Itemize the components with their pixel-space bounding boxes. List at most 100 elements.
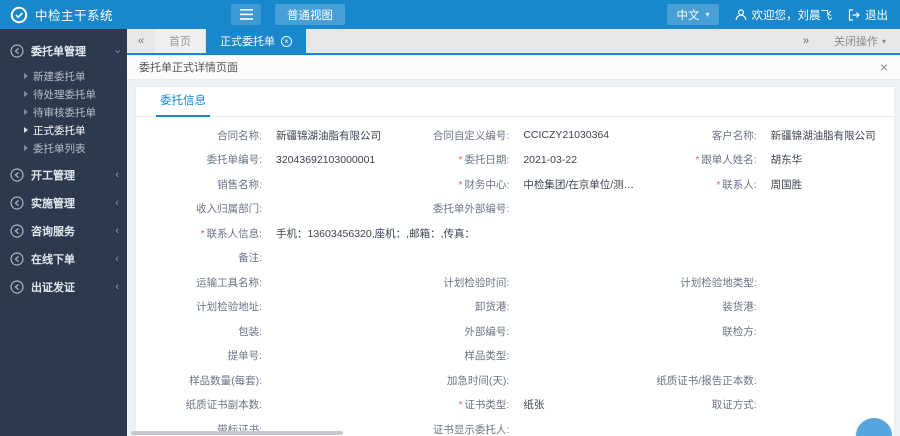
triangle-icon <box>24 127 28 133</box>
field-value: 2021-03-22 <box>523 153 578 166</box>
content-area: 委托信息 合同名称: 新疆锦湖油脂有限公司 合同自定义编号: CCICZY210303… <box>127 80 900 436</box>
scroll-tabs-right-button[interactable]: » <box>792 29 820 53</box>
brand: 中检主干系统 <box>10 5 113 24</box>
form-field: 装货港: <box>639 299 886 314</box>
language-select[interactable]: 中文 ▾ <box>667 4 719 25</box>
horizontal-scrollbar[interactable] <box>131 431 343 435</box>
required-asterisk: * <box>200 228 205 240</box>
sidebar-group-出证发证[interactable]: 出证发证 ‹ <box>0 273 127 301</box>
sidebar-group-label: 实施管理 <box>31 198 75 210</box>
sidebar-group-icon <box>10 44 24 58</box>
section-tabs: 委托信息 <box>136 87 894 117</box>
form-row: 运输工具名称: 计划检验时间: 计划检验地类型: <box>144 270 886 295</box>
sidebar-item-正式委托单[interactable]: 正式委托单 <box>0 121 127 139</box>
close-operations-dropdown[interactable]: 关闭操作 ▾ <box>820 29 900 53</box>
field-value: 手机：13603456320,座机：,邮箱：,传真： <box>276 227 475 240</box>
close-page-icon[interactable]: × <box>880 60 888 74</box>
sidebar-group-咨询服务[interactable]: 咨询服务 ‹ <box>0 217 127 245</box>
user-menu[interactable]: 欢迎您，刘晨飞 <box>735 7 832 23</box>
app-title: 中检主干系统 <box>35 9 114 23</box>
page-title: 委托单正式详情页面 <box>139 62 238 74</box>
field-value: 中检集团/在京单位/测试公司/测试公司中检中. <box>523 178 638 191</box>
scroll-tabs-left-button[interactable]: « <box>127 29 155 53</box>
form-field: 客户名称: 新疆锦湖油脂有限公司 <box>639 128 886 143</box>
field-label: * 证书类型: <box>458 399 510 412</box>
form-row: 收入归属部门: 委托单外部编号: <box>144 197 886 222</box>
sidebar-item-新建委托单[interactable]: 新建委托单 <box>0 67 127 85</box>
form-row: 包装: 外部编号: 联检方: <box>144 319 886 344</box>
form-field: * 证书类型: 纸张 <box>391 397 638 412</box>
form-field: 样品数量(每套): <box>144 373 391 388</box>
sidebar-group-开工管理[interactable]: 开工管理 ‹ <box>0 161 127 189</box>
sidebar-group-label: 开工管理 <box>31 170 75 182</box>
sidebar-group-icon <box>10 168 24 182</box>
triangle-icon <box>24 109 28 115</box>
form-field: 加急时间(天): <box>391 373 638 388</box>
sidebar-group-label: 委托单管理 <box>31 46 86 58</box>
chevron-collapsed-icon: ‹ <box>115 196 119 209</box>
sidebar-group-在线下单[interactable]: 在线下单 ‹ <box>0 245 127 273</box>
tab-正式委托单[interactable]: 正式委托单 × <box>206 29 306 53</box>
triangle-icon <box>24 73 28 79</box>
triangle-icon <box>24 145 28 151</box>
field-label: * 财务中心: <box>458 178 510 191</box>
chevron-down-icon: ▾ <box>881 36 886 46</box>
field-label: 计划检验地类型: <box>680 276 757 289</box>
field-label: 合同名称: <box>217 129 262 142</box>
field-label: 外部编号: <box>464 325 510 338</box>
field-label: 取证方式: <box>711 399 757 412</box>
chevron-collapsed-icon: ‹ <box>115 224 119 237</box>
logout-button[interactable]: 退出 <box>848 7 888 23</box>
sidebar-group-实施管理[interactable]: 实施管理 ‹ <box>0 189 127 217</box>
form-row: 计划检验地址: 卸货港: 装货港: <box>144 295 886 320</box>
sidebar-item-label: 新建委托单 <box>33 70 86 83</box>
form-field: 取证方式: <box>639 397 886 412</box>
field-label: 联检方: <box>722 325 757 338</box>
form-field: 合同自定义编号: CCICZY21030364 <box>391 128 638 143</box>
field-value: 32043692103000001 <box>276 153 376 166</box>
form-field: 计划检验时间: <box>391 275 638 290</box>
field-value: 纸张 <box>523 399 545 412</box>
sidebar-item-label: 正式委托单 <box>33 124 86 137</box>
form-field: * 委托日期: 2021-03-22 <box>391 152 638 167</box>
form-field: 卸货港: <box>391 299 638 314</box>
form-field: 计划检验地址: <box>144 299 391 314</box>
sidebar-item-委托单列表[interactable]: 委托单列表 <box>0 139 127 157</box>
sidebar-item-label: 待处理委托单 <box>33 88 96 101</box>
form-field: 计划检验地类型: <box>639 275 886 290</box>
form-field: *财务中心: 中检集团/在京单位/测试公司/测试公司中检中. <box>391 177 639 192</box>
logout-label: 退出 <box>865 9 888 22</box>
chevron-expanded-icon: › <box>111 49 124 53</box>
tab-entrust-info[interactable]: 委托信息 <box>156 92 210 117</box>
form-row: 纸质证书副本数: * 证书类型: 纸张 取证方式: <box>144 393 886 418</box>
sidebar-submenu: 新建委托单待处理委托单待审核委托单正式委托单委托单列表 <box>0 65 127 161</box>
form-field: 销售名称: <box>144 177 391 192</box>
sidebar-item-待审核委托单[interactable]: 待审核委托单 <box>0 103 127 121</box>
close-operations-label: 关闭操作 <box>833 36 878 48</box>
main-area: « 首页 正式委托单 × » 关闭操作 ▾ 委托单正式详情页面 × 委托信息 合同名… <box>127 29 900 436</box>
sidebar-group-委托单管理[interactable]: 委托单管理 › <box>0 37 127 65</box>
tab-首页[interactable]: 首页 <box>155 29 206 53</box>
hamburger-menu-button[interactable] <box>231 4 262 25</box>
chevron-down-icon: ▾ <box>705 10 710 19</box>
required-asterisk: * <box>695 155 700 167</box>
required-asterisk: * <box>458 155 463 167</box>
language-label: 中文 <box>676 9 700 22</box>
tab-label: 正式委托单 <box>220 36 275 48</box>
sidebar-group-icon <box>10 224 24 238</box>
sidebar-item-待处理委托单[interactable]: 待处理委托单 <box>0 85 127 103</box>
normal-view-button[interactable]: 普通视图 <box>275 4 346 25</box>
page-header: 委托单正式详情页面 × <box>127 55 900 80</box>
form-field: 备注: <box>144 250 886 265</box>
close-tab-icon[interactable]: × <box>281 35 292 47</box>
top-bar: 中检主干系统 普通视图 中文 ▾ 欢迎您，刘晨飞 退出 <box>0 0 900 29</box>
field-value: 新疆锦湖油脂有限公司 <box>770 129 876 142</box>
field-label: 计划检验时间: <box>443 276 510 289</box>
form-row: 合同名称: 新疆锦湖油脂有限公司 合同自定义编号: CCICZY21030364 客户名… <box>144 123 886 148</box>
field-value: 周国胜 <box>770 178 803 191</box>
sidebar-group-icon <box>10 280 24 294</box>
field-label: * 联系人信息: <box>200 227 262 240</box>
field-label: 提单号: <box>227 350 262 363</box>
app-logo-icon <box>10 6 28 24</box>
required-asterisk: * <box>458 179 463 191</box>
